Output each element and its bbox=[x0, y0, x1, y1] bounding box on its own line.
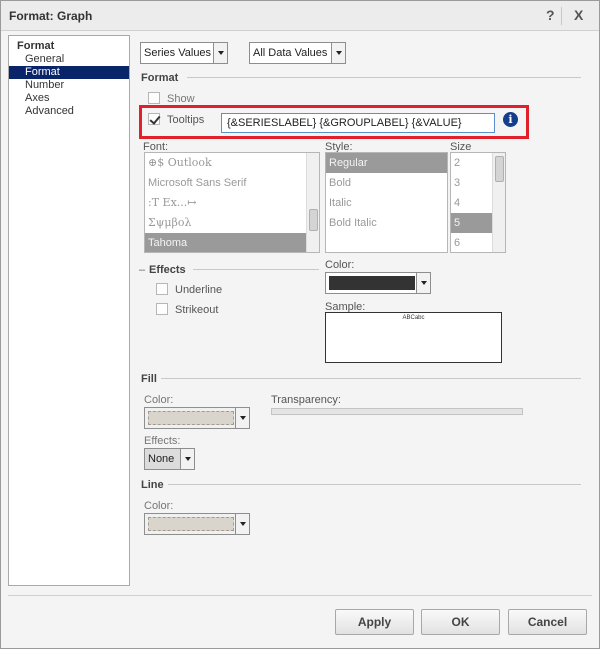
transparency-slider[interactable] bbox=[271, 408, 523, 415]
font-item-outlook[interactable]: ⊕$ Outlook bbox=[145, 153, 307, 173]
style-list[interactable]: Regular Bold Italic Bold Italic bbox=[325, 152, 448, 253]
size-item-5[interactable]: 5 bbox=[451, 213, 492, 233]
font-item-symbol[interactable]: Σψμβολ bbox=[145, 213, 307, 233]
effects-section-title: Effects bbox=[149, 264, 186, 276]
size-list-scroll-thumb[interactable] bbox=[495, 156, 504, 182]
footer-divider bbox=[8, 595, 592, 596]
apply-button[interactable]: Apply bbox=[335, 609, 414, 635]
tree-item-number[interactable]: Number bbox=[9, 79, 129, 92]
nav-tree: Format General Format Number Axes Advanc… bbox=[8, 35, 130, 586]
chevron-down-icon bbox=[235, 408, 249, 428]
style-item-bold-italic[interactable]: Bold Italic bbox=[326, 213, 447, 233]
line-section-title: Line bbox=[141, 479, 164, 491]
size-list-scrollbar[interactable] bbox=[492, 153, 505, 252]
tree-item-axes[interactable]: Axes bbox=[9, 92, 129, 105]
chevron-down-icon bbox=[180, 449, 194, 469]
title-bar: Format: Graph ? X bbox=[1, 1, 599, 31]
tree-item-general[interactable]: General bbox=[9, 53, 129, 66]
fill-color-label: Color: bbox=[144, 394, 174, 406]
font-list-scrollbar[interactable] bbox=[306, 153, 319, 252]
font-sample-preview: ABCabc bbox=[325, 312, 502, 363]
chevron-down-icon bbox=[235, 514, 249, 534]
ok-button[interactable]: OK bbox=[421, 609, 500, 635]
size-item-3[interactable]: 3 bbox=[451, 173, 492, 193]
show-checkbox[interactable] bbox=[148, 92, 160, 104]
fill-effects-label: Effects: bbox=[144, 435, 181, 447]
format-section-title: Format bbox=[141, 72, 179, 84]
underline-checkbox[interactable] bbox=[156, 283, 168, 295]
line-divider bbox=[168, 484, 581, 485]
target-select-value: Series Values bbox=[144, 47, 212, 59]
title-divider bbox=[561, 7, 562, 25]
font-list[interactable]: ⊕$ Outlook Microsoft Sans Serif :T Ex...… bbox=[144, 152, 320, 253]
format-divider bbox=[187, 77, 581, 78]
help-icon[interactable]: ? bbox=[546, 7, 555, 23]
cancel-button[interactable]: Cancel bbox=[508, 609, 587, 635]
close-icon[interactable]: X bbox=[574, 7, 583, 23]
sample-text: ABCabc bbox=[402, 315, 425, 321]
effects-divider bbox=[193, 269, 319, 270]
dialog-title: Format: Graph bbox=[9, 9, 93, 23]
tooltips-input[interactable]: {&SERIESLABEL} {&GROUPLABEL} {&VALUE} bbox=[221, 113, 495, 133]
target-select[interactable]: Series Values bbox=[140, 42, 228, 64]
strikeout-checkbox[interactable] bbox=[156, 303, 168, 315]
font-list-scroll-thumb[interactable] bbox=[309, 209, 318, 231]
chevron-down-icon bbox=[416, 273, 430, 293]
font-color-swatch bbox=[329, 276, 415, 290]
chevron-down-icon bbox=[213, 43, 227, 63]
scope-select[interactable]: All Data Values bbox=[249, 42, 346, 64]
fill-effects-value: None bbox=[148, 453, 175, 465]
font-item-microsoft-sans-serif[interactable]: Microsoft Sans Serif bbox=[145, 173, 307, 193]
effects-dash: – bbox=[139, 264, 146, 276]
show-label: Show bbox=[167, 93, 195, 105]
transparency-label: Transparency: bbox=[271, 394, 341, 406]
font-item-symbol-ex[interactable]: :T Ex...↦ bbox=[145, 193, 307, 213]
fill-divider bbox=[161, 378, 581, 379]
size-list[interactable]: 2 3 4 5 6 bbox=[450, 152, 506, 253]
line-color-picker[interactable] bbox=[144, 513, 250, 535]
strikeout-label: Strikeout bbox=[175, 304, 219, 316]
tree-root-format[interactable]: Format bbox=[17, 40, 54, 52]
fill-color-swatch bbox=[148, 411, 234, 425]
style-item-regular[interactable]: Regular bbox=[326, 153, 447, 173]
style-item-italic[interactable]: Italic bbox=[326, 193, 447, 213]
underline-label: Underline bbox=[175, 284, 223, 296]
chevron-down-icon bbox=[331, 43, 345, 63]
size-item-2[interactable]: 2 bbox=[451, 153, 492, 173]
size-item-4[interactable]: 4 bbox=[451, 193, 492, 213]
tree-item-format[interactable]: Format bbox=[9, 66, 129, 79]
info-icon[interactable]: i bbox=[503, 112, 518, 127]
tooltips-label: Tooltips bbox=[167, 114, 205, 126]
font-color-picker[interactable] bbox=[325, 272, 431, 294]
tooltips-checkbox[interactable] bbox=[148, 113, 160, 125]
font-color-label: Color: bbox=[325, 259, 355, 271]
scope-select-value: All Data Values bbox=[253, 47, 328, 59]
tree-item-advanced[interactable]: Advanced bbox=[9, 105, 129, 118]
line-color-label: Color: bbox=[144, 500, 174, 512]
size-item-6[interactable]: 6 bbox=[451, 233, 492, 252]
font-item-tahoma[interactable]: Tahoma bbox=[145, 233, 307, 252]
fill-effects-select[interactable]: None bbox=[144, 448, 195, 470]
line-color-swatch bbox=[148, 517, 234, 531]
format-graph-dialog: Format: Graph ? X Format General Format … bbox=[0, 0, 600, 649]
fill-section-title: Fill bbox=[141, 373, 157, 385]
style-item-bold[interactable]: Bold bbox=[326, 173, 447, 193]
fill-color-picker[interactable] bbox=[144, 407, 250, 429]
